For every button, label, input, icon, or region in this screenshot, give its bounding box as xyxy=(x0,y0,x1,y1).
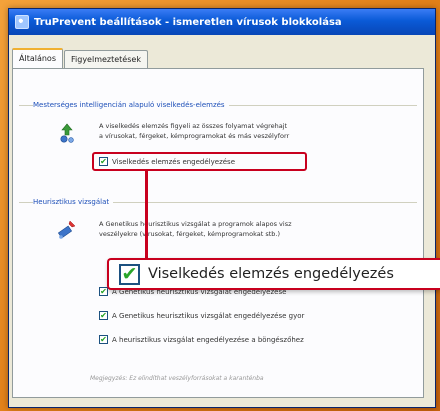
tab-strip: Általános Figyelmeztetések xyxy=(12,48,149,68)
tab-general[interactable]: Általános xyxy=(12,48,63,68)
heuristic-option-checkbox[interactable]: ✔ xyxy=(99,335,108,344)
heuristic-description-line2: veszélyekre (vírusokat, férgeket, kémpro… xyxy=(99,230,280,238)
behavior-description-line2: a vírusokat, férgeket, kémprogramokat és… xyxy=(99,132,290,140)
callout-connector xyxy=(145,170,148,260)
heuristic-footnote: Megjegyzés: Ez elindíthat veszélyforráso… xyxy=(90,375,264,382)
behavior-group-title: Mesterséges intelligencián alapuló visel… xyxy=(33,101,229,109)
heuristic-option-checkbox[interactable]: ✔ xyxy=(99,311,108,320)
heuristic-scan-icon xyxy=(55,217,79,241)
behavior-analysis-icon xyxy=(55,121,79,145)
zoomed-checkbox-label: Viselkedés elemzés engedélyezés xyxy=(148,266,394,282)
heuristic-description-line1: A Genetikus heurisztikus vizsgálat a pro… xyxy=(99,220,292,228)
window-title: TruPrevent beállítások - ismeretlen víru… xyxy=(34,16,342,28)
zoom-callout: ✔ Viselkedés elemzés engedélyezés xyxy=(107,258,440,290)
highlight-box xyxy=(92,152,307,171)
heuristic-group-title: Heurisztikus vizsgálat xyxy=(33,198,114,206)
heuristic-option-label: A Genetikus heurisztikus vizsgálat enged… xyxy=(112,311,305,320)
shield-app-icon xyxy=(15,15,29,29)
heuristic-option-row[interactable]: ✔ A heurisztikus vizsgálat engedélyezése… xyxy=(99,335,304,344)
heuristic-option-label: A heurisztikus vizsgálat engedélyezése a… xyxy=(112,335,304,344)
behavior-description-line1: A viselkedés elemzés figyeli az összes f… xyxy=(99,122,288,130)
window-titlebar[interactable]: TruPrevent beállítások - ismeretlen víru… xyxy=(9,9,435,35)
heuristic-option-row[interactable]: ✔ A Genetikus heurisztikus vizsgálat eng… xyxy=(99,311,304,320)
tab-alerts[interactable]: Figyelmeztetések xyxy=(64,50,148,68)
settings-panel: Mesterséges intelligencián alapuló visel… xyxy=(12,68,424,398)
zoomed-checkbox[interactable]: ✔ xyxy=(119,263,140,285)
heuristic-option-checkbox[interactable]: ✔ xyxy=(99,287,108,296)
